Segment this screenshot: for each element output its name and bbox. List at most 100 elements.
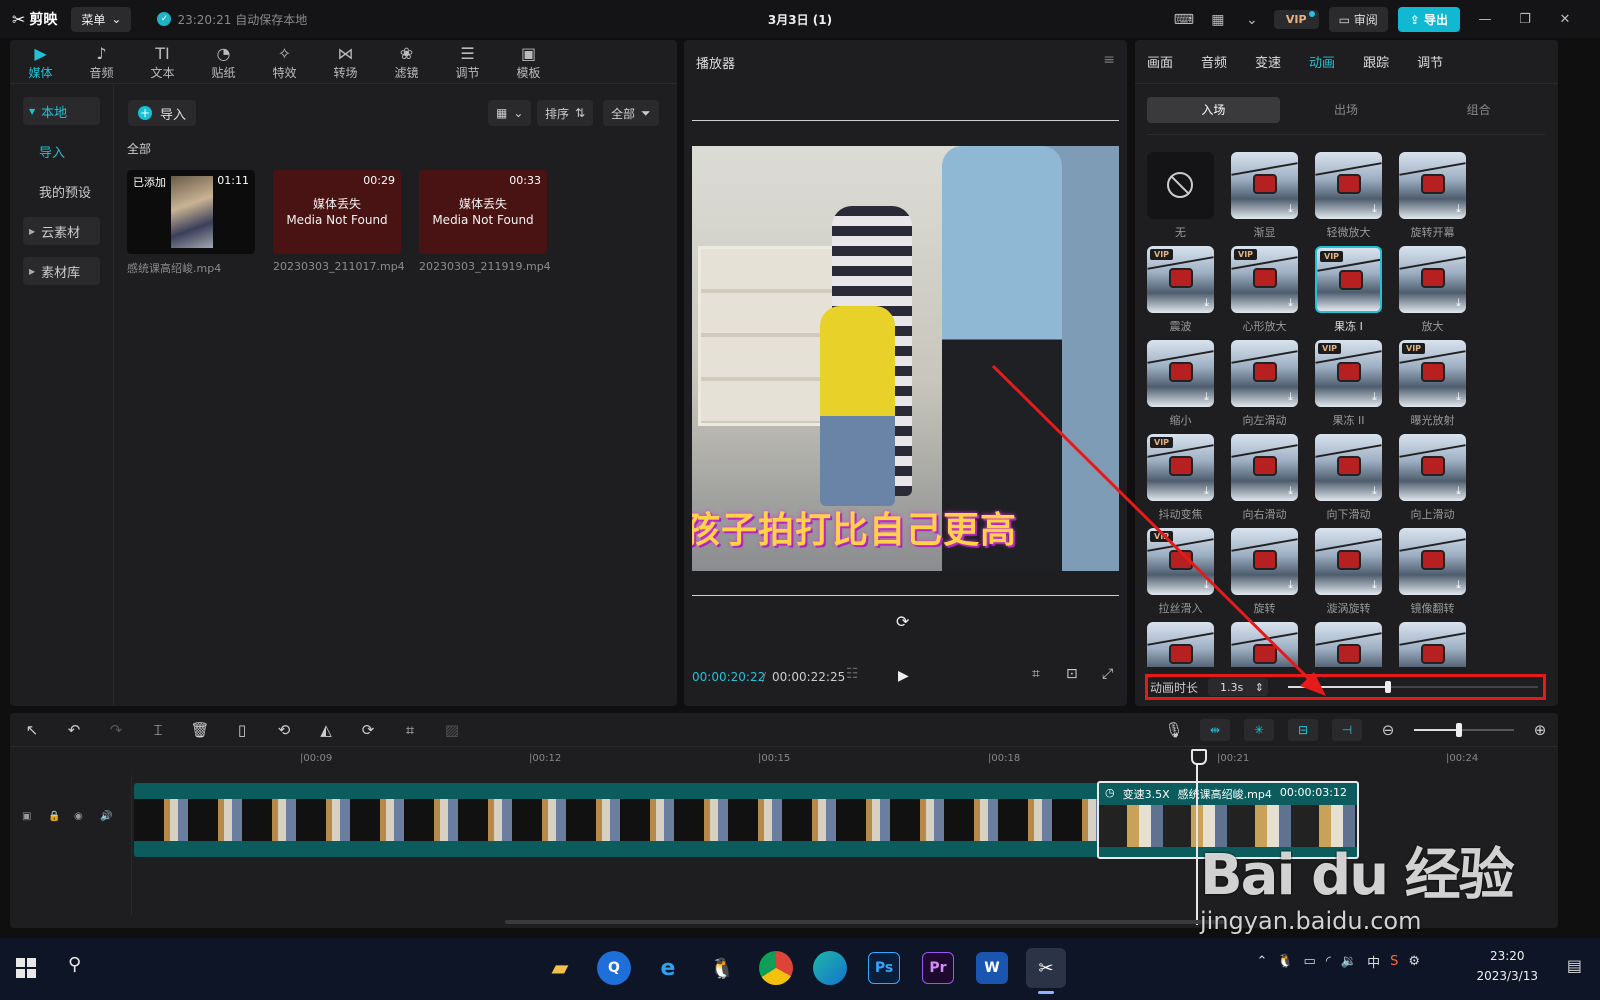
tab-speed[interactable]: 变速 — [1255, 52, 1281, 71]
download-icon[interactable]: ⤓ — [1288, 578, 1293, 592]
sort-button[interactable]: 排序 ⇅ — [537, 100, 594, 126]
tab-prop-audio[interactable]: 音频 — [1201, 52, 1227, 71]
redo-icon[interactable]: ↷ — [104, 721, 128, 739]
close-icon[interactable]: ✕ — [1550, 12, 1580, 27]
play-icon[interactable]: ▶ — [898, 668, 909, 684]
duration-slider[interactable] — [1288, 681, 1538, 693]
animation-option[interactable]: ⤓ 向下滑动 — [1315, 434, 1382, 522]
reverse-icon[interactable]: ⟲ — [272, 721, 296, 739]
wifi-icon[interactable]: ◜ — [1326, 954, 1331, 969]
edge-icon[interactable] — [813, 951, 847, 985]
image-icon[interactable]: ▨ — [440, 721, 464, 739]
review-button[interactable]: ▭ 审阅 — [1328, 7, 1388, 32]
qq-tray-icon[interactable]: 🐧 — [1277, 954, 1293, 969]
tab-tracking[interactable]: 跟踪 — [1363, 52, 1389, 71]
media-item[interactable]: 00:29 媒体丢失 Media Not Found 20230303_2110… — [273, 170, 405, 273]
chevron-up-icon[interactable]: ⌃ — [1256, 954, 1267, 969]
animation-thumbnail[interactable]: VIP ⤓ — [1147, 434, 1214, 501]
screenshot-icon[interactable]: ⌗ — [1032, 666, 1040, 682]
tab-adjust[interactable]: ☰ 调节 — [437, 40, 498, 83]
animation-thumbnail[interactable]: ⤓ — [1147, 340, 1214, 407]
media-thumbnail[interactable]: 00:29 媒体丢失 Media Not Found — [273, 170, 401, 254]
browser-icon[interactable]: Q — [597, 951, 631, 985]
speaker-icon[interactable]: 🔊 — [100, 811, 112, 822]
undo-icon[interactable]: ↶ — [62, 721, 86, 739]
track-cover-icon[interactable]: ▣ — [22, 811, 31, 822]
animation-option[interactable]: VIP ⤓ 抖动变焦 — [1147, 434, 1214, 522]
volume-icon[interactable]: 🔉 — [1341, 954, 1357, 969]
sidebar-item-cloud[interactable]: ▶ 云素材 — [23, 217, 100, 245]
animation-thumbnail[interactable]: ⤓ — [1399, 622, 1466, 667]
media-item[interactable]: 00:33 媒体丢失 Media Not Found 20230303_2119… — [419, 170, 551, 273]
animation-thumbnail[interactable]: ⤓ — [1231, 434, 1298, 501]
sidebar-item-library[interactable]: ▶ 素材库 — [23, 257, 100, 285]
animation-thumbnail[interactable]: VIP ⤓ — [1147, 528, 1214, 595]
sogou-icon[interactable]: S — [1390, 954, 1398, 969]
animation-option[interactable]: VIP ⤓ 心形放大 — [1231, 246, 1298, 334]
tab-picture[interactable]: 画面 — [1147, 52, 1173, 71]
ime-indicator[interactable]: 中 — [1367, 952, 1380, 971]
download-icon[interactable]: ⤓ — [1204, 296, 1209, 310]
grid-lines-icon[interactable]: ☷ — [846, 666, 859, 682]
download-icon[interactable]: ⤓ — [1372, 202, 1377, 216]
preview-axis-icon[interactable]: ⊣ — [1332, 719, 1362, 741]
sidebar-item-local[interactable]: ▼ 本地 — [23, 97, 100, 125]
media-thumbnail[interactable]: 00:33 媒体丢失 Media Not Found — [419, 170, 547, 254]
fullscreen-icon[interactable]: ⤢ — [1102, 666, 1113, 682]
menu-button[interactable]: 菜单 ⌄ — [71, 6, 132, 32]
animation-thumbnail[interactable]: ⤓ — [1399, 246, 1466, 313]
animation-thumbnail[interactable]: VIP ⤓ — [1147, 246, 1214, 313]
animation-option[interactable]: ⤓ — [1315, 622, 1382, 667]
slider-thumb[interactable] — [1385, 681, 1391, 693]
tab-filter[interactable]: ❀ 滤镜 — [376, 40, 437, 83]
chevron-down-icon[interactable]: ⌄ — [1240, 12, 1264, 28]
segment-in[interactable]: 入场 — [1147, 97, 1280, 123]
animation-thumbnail[interactable]: VIP — [1315, 246, 1382, 313]
animation-option[interactable]: ⤓ 渐显 — [1231, 152, 1298, 240]
tab-prop-adjust[interactable]: 调节 — [1417, 52, 1443, 71]
sidebar-item-presets[interactable]: 我的预设 — [23, 177, 100, 205]
windows-start-icon[interactable] — [16, 958, 36, 978]
download-icon[interactable]: ⤓ — [1204, 484, 1209, 498]
duration-input[interactable]: 1.3s ⇕ — [1208, 678, 1269, 696]
keyboard-icon[interactable]: ⌨ — [1172, 12, 1196, 28]
animation-option[interactable]: ⤓ 放大 — [1399, 246, 1466, 334]
capcut-icon[interactable]: ✂ — [1026, 948, 1066, 994]
settings-gear-icon[interactable]: ⚙ — [1408, 954, 1420, 969]
horizontal-scrollbar[interactable] — [505, 920, 1225, 924]
download-icon[interactable]: ⤓ — [1288, 484, 1293, 498]
playhead[interactable] — [1191, 749, 1207, 925]
photoshop-icon[interactable]: Ps — [868, 952, 900, 984]
notification-icon[interactable]: ▤ — [1567, 956, 1582, 975]
download-icon[interactable]: ⤓ — [1204, 390, 1209, 404]
search-icon[interactable]: ⚲ — [68, 954, 81, 975]
linkage-icon[interactable]: ⊟ — [1288, 719, 1318, 741]
animation-thumbnail[interactable]: ⤓ — [1231, 622, 1298, 667]
animation-thumbnail[interactable]: ⤓ — [1315, 152, 1382, 219]
qq-icon[interactable]: 🐧 — [702, 948, 742, 988]
chrome-icon[interactable] — [759, 951, 793, 985]
tab-transition[interactable]: ⋈ 转场 — [315, 40, 376, 83]
lock-icon[interactable]: 🔒 — [48, 811, 60, 822]
animation-thumbnail[interactable]: ⤓ — [1315, 622, 1382, 667]
animation-option[interactable]: ⤓ — [1399, 622, 1466, 667]
download-icon[interactable]: ⤓ — [1456, 484, 1461, 498]
tab-sticker[interactable]: ◔ 贴纸 — [193, 40, 254, 83]
animation-option[interactable]: ⤓ — [1231, 622, 1298, 667]
animation-option[interactable]: ⤓ 向右滑动 — [1231, 434, 1298, 522]
media-thumbnail[interactable]: 已添加 01:11 — [127, 170, 255, 254]
zoom-in-icon[interactable]: ⊕ — [1528, 721, 1552, 739]
export-button[interactable]: ⇪ 导出 — [1397, 7, 1460, 32]
animation-thumbnail[interactable]: ⤓ — [1147, 622, 1214, 667]
hamburger-menu-icon[interactable]: ≡ — [1103, 52, 1115, 68]
tab-audio[interactable]: ♪ 音频 — [71, 40, 132, 83]
animation-option[interactable]: ⤓ 漩涡旋转 — [1315, 528, 1382, 616]
segment-combo[interactable]: 组合 — [1412, 97, 1545, 123]
animation-thumbnail[interactable]: ⤓ — [1231, 340, 1298, 407]
download-icon[interactable]: ⤓ — [1456, 390, 1461, 404]
animation-option[interactable]: ⤓ 缩小 — [1147, 340, 1214, 428]
ratio-icon[interactable]: ⊡ — [1066, 666, 1078, 682]
animation-thumbnail[interactable]: ⤓ — [1399, 528, 1466, 595]
animation-option[interactable]: ⤓ 旋转 — [1231, 528, 1298, 616]
animation-option[interactable]: ⤓ 旋转开幕 — [1399, 152, 1466, 240]
